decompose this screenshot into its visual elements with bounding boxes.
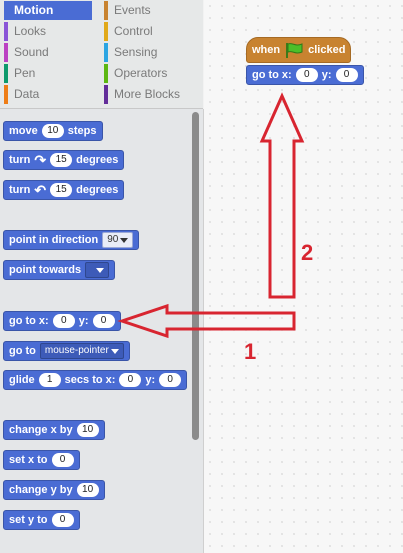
annotation-arrows [117, 92, 305, 339]
step-number-2: 2 [301, 240, 314, 265]
arrow-2-up-icon [259, 92, 305, 299]
arrow-1-left-icon [117, 303, 296, 339]
step-number-1: 1 [244, 339, 257, 364]
